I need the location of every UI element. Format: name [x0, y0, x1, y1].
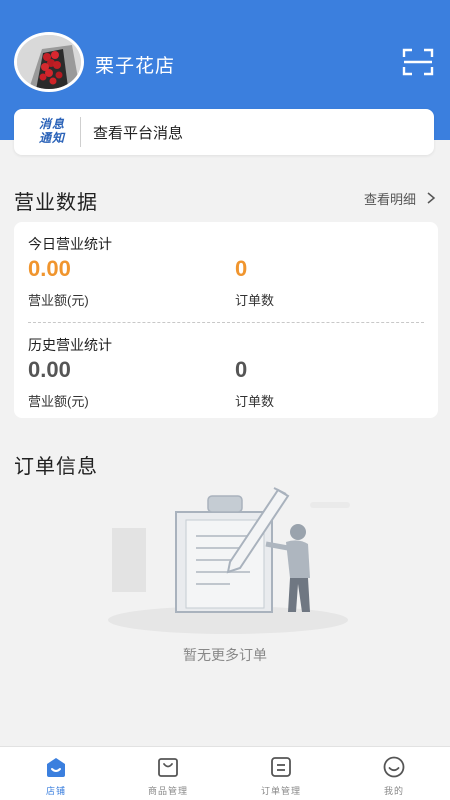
today-stats-heading: 今日营业统计 — [28, 236, 112, 252]
shop-icon — [47, 758, 65, 777]
notice-badge-line2: 通知 — [38, 131, 65, 145]
notice-badge-line1: 消息 — [38, 117, 65, 131]
notice-divider — [80, 117, 81, 147]
bottom-tab-bar: 店铺 商品管理 订单管理 我的 — [0, 746, 450, 800]
smiley-icon — [383, 756, 405, 778]
today-orders-label: 订单数 — [235, 293, 275, 308]
platform-notice-card[interactable]: 消息 通知 查看平台消息 — [14, 109, 434, 155]
shop-name: 栗子花店 — [95, 56, 176, 77]
history-orders-label: 订单数 — [235, 394, 275, 409]
shop-avatar[interactable] — [14, 32, 84, 92]
tab-shop-label: 店铺 — [45, 786, 66, 796]
tab-shop[interactable]: 店铺 — [0, 747, 112, 800]
empty-orders-illustration — [108, 487, 350, 634]
stats-divider — [28, 322, 424, 323]
tab-orders-label: 订单管理 — [260, 786, 301, 796]
chevron-right-icon[interactable] — [426, 192, 436, 204]
empty-orders-text: 暂无更多订单 — [183, 647, 267, 663]
order-list-icon — [271, 757, 291, 777]
tab-mine-label: 我的 — [383, 786, 404, 796]
business-data-title: 营业数据 — [14, 192, 98, 214]
tab-mine[interactable]: 我的 — [338, 747, 450, 800]
today-orders-value: 0 — [235, 256, 248, 281]
history-stats-heading: 历史营业统计 — [28, 337, 112, 353]
notice-text: 查看平台消息 — [93, 125, 184, 142]
order-info-title: 订单信息 — [14, 456, 98, 478]
history-revenue-label: 营业额(元) — [28, 394, 89, 409]
business-stats-card: 今日营业统计 0.00 0 营业额(元) 订单数 历史营业统计 0.00 0 营… — [14, 222, 438, 418]
history-revenue-value: 0.00 — [28, 357, 71, 382]
history-orders-value: 0 — [235, 357, 248, 382]
notice-badge: 消息 通知 — [34, 117, 70, 145]
tab-products-label: 商品管理 — [147, 786, 188, 796]
tab-products[interactable]: 商品管理 — [112, 747, 224, 800]
flower-bouquet-avatar-icon — [17, 35, 81, 89]
today-revenue-label: 营业额(元) — [28, 293, 89, 308]
today-revenue-value: 0.00 — [28, 256, 71, 281]
scan-icon[interactable] — [402, 47, 434, 77]
bag-icon — [158, 758, 178, 777]
tab-orders[interactable]: 订单管理 — [225, 747, 337, 800]
view-details-link[interactable]: 查看明细 — [364, 189, 416, 208]
